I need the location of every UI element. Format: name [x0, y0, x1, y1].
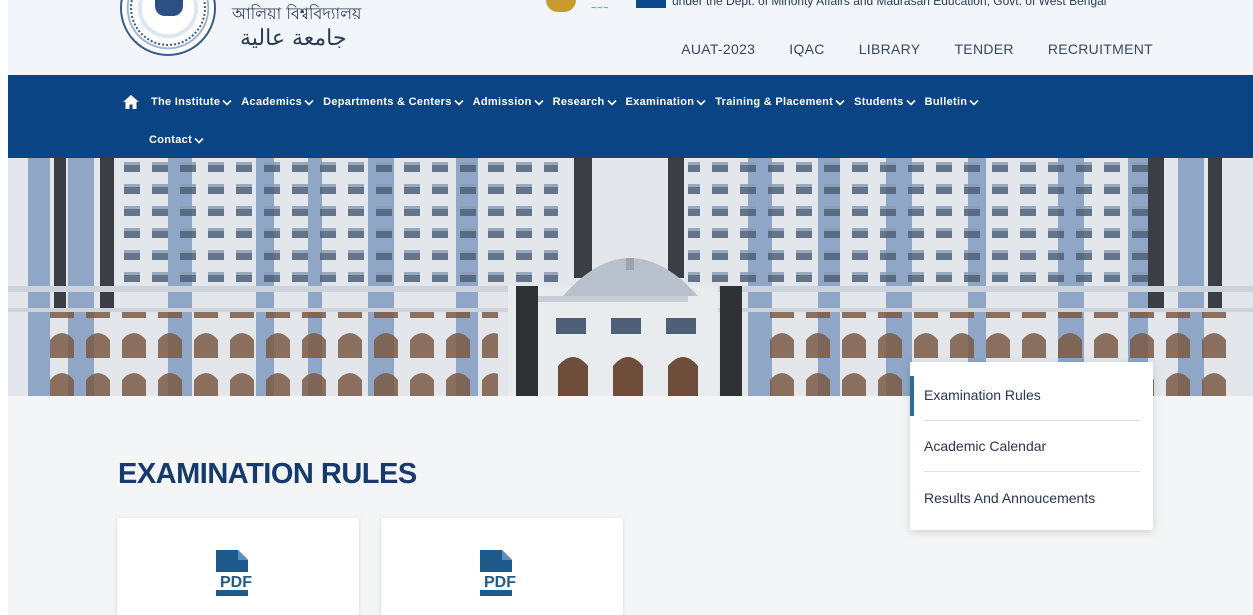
- top-header: আলিয়া বিশ্ববিদ্যালয় جامعة عالية ~~~ un…: [8, 0, 1253, 75]
- nav-item-academics[interactable]: Academics: [241, 96, 314, 108]
- nav-item-label: Academics: [241, 96, 303, 108]
- pdf-icon: PDF: [214, 550, 258, 596]
- top-links: AUAT-2023 IQAC LIBRARY TENDER RECRUITMEN…: [681, 41, 1153, 57]
- side-menu-item-examination-rules[interactable]: Examination Rules: [924, 370, 1140, 421]
- pdf-icon-label: PDF: [484, 574, 516, 591]
- nav-item-the-institute[interactable]: The Institute: [151, 96, 232, 108]
- nav-item-research[interactable]: Research: [553, 96, 617, 108]
- nav-items: The Institute Academics Departments & Ce…: [122, 94, 1122, 146]
- university-name-bengali: আলিয়া বিশ্ববিদ্যালয়: [232, 4, 362, 23]
- nav-item-label: Contact: [149, 134, 193, 146]
- top-link-auat[interactable]: AUAT-2023: [681, 41, 755, 57]
- chevron-down-icon: [906, 99, 916, 106]
- nav-item-label: The Institute: [151, 96, 221, 108]
- nav-item-label: Research: [552, 96, 605, 108]
- pdf-icon: PDF: [478, 550, 522, 596]
- top-link-library[interactable]: LIBRARY: [859, 41, 921, 57]
- university-name-arabic: جامعة عالية: [240, 26, 347, 51]
- page-title: EXAMINATION RULES: [118, 458, 417, 490]
- government-logo-bar: [636, 0, 666, 8]
- government-emblem-caption: ~~~: [591, 4, 609, 12]
- nav-item-contact[interactable]: Contact: [149, 134, 204, 146]
- top-link-iqac[interactable]: IQAC: [789, 41, 824, 57]
- nav-item-label: Training & Placement: [715, 96, 834, 108]
- chevron-down-icon: [304, 99, 314, 106]
- nav-item-training-placement[interactable]: Training & Placement: [715, 96, 845, 108]
- hero-banner: [8, 158, 1253, 396]
- nav-item-label: Departments & Centers: [323, 96, 452, 108]
- side-menu-item-academic-calendar[interactable]: Academic Calendar: [924, 421, 1140, 472]
- active-indicator: [910, 376, 914, 416]
- top-link-recruitment[interactable]: RECRUITMENT: [1048, 41, 1153, 57]
- chevron-down-icon: [534, 99, 544, 106]
- nav-item-label: Admission: [472, 96, 532, 108]
- pdf-icon-label: PDF: [220, 574, 252, 591]
- side-menu: Examination Rules Academic Calendar Resu…: [910, 362, 1153, 530]
- chevron-down-icon: [969, 99, 979, 106]
- nav-item-bulletin[interactable]: Bulletin: [925, 96, 980, 108]
- page: আলিয়া বিশ্ববিদ্যালয় جامعة عالية ~~~ un…: [0, 0, 1253, 615]
- chevron-down-icon: [606, 99, 617, 106]
- chevron-down-icon: [835, 99, 845, 106]
- chevron-down-icon: [222, 99, 232, 106]
- pdf-card[interactable]: PDF: [381, 518, 623, 615]
- chevron-down-icon: [454, 99, 464, 106]
- pdf-card[interactable]: PDF: [117, 518, 359, 615]
- university-logo[interactable]: [120, 0, 216, 56]
- home-icon[interactable]: [122, 94, 140, 110]
- logo-seal-emblem: [155, 0, 183, 16]
- nav-item-label: Bulletin: [924, 96, 968, 108]
- nav-item-admission[interactable]: Admission: [473, 96, 544, 108]
- nav-item-label: Examination: [625, 96, 695, 108]
- nav-item-examination[interactable]: Examination: [626, 96, 707, 108]
- nav-item-students[interactable]: Students: [854, 96, 916, 108]
- department-notice: under the Dept. of Minority Affairs and …: [672, 0, 1107, 8]
- side-menu-item-results-announcements[interactable]: Results And Annoucements: [924, 472, 1140, 523]
- main-navigation: The Institute Academics Departments & Ce…: [8, 75, 1253, 158]
- chevron-down-icon: [194, 137, 204, 144]
- chevron-down-icon: [696, 99, 706, 106]
- government-emblem: [546, 0, 576, 12]
- nav-item-label: Students: [854, 96, 904, 108]
- building-image: [8, 158, 1253, 396]
- top-link-tender[interactable]: TENDER: [954, 41, 1013, 57]
- nav-item-departments-centers[interactable]: Departments & Centers: [323, 96, 464, 108]
